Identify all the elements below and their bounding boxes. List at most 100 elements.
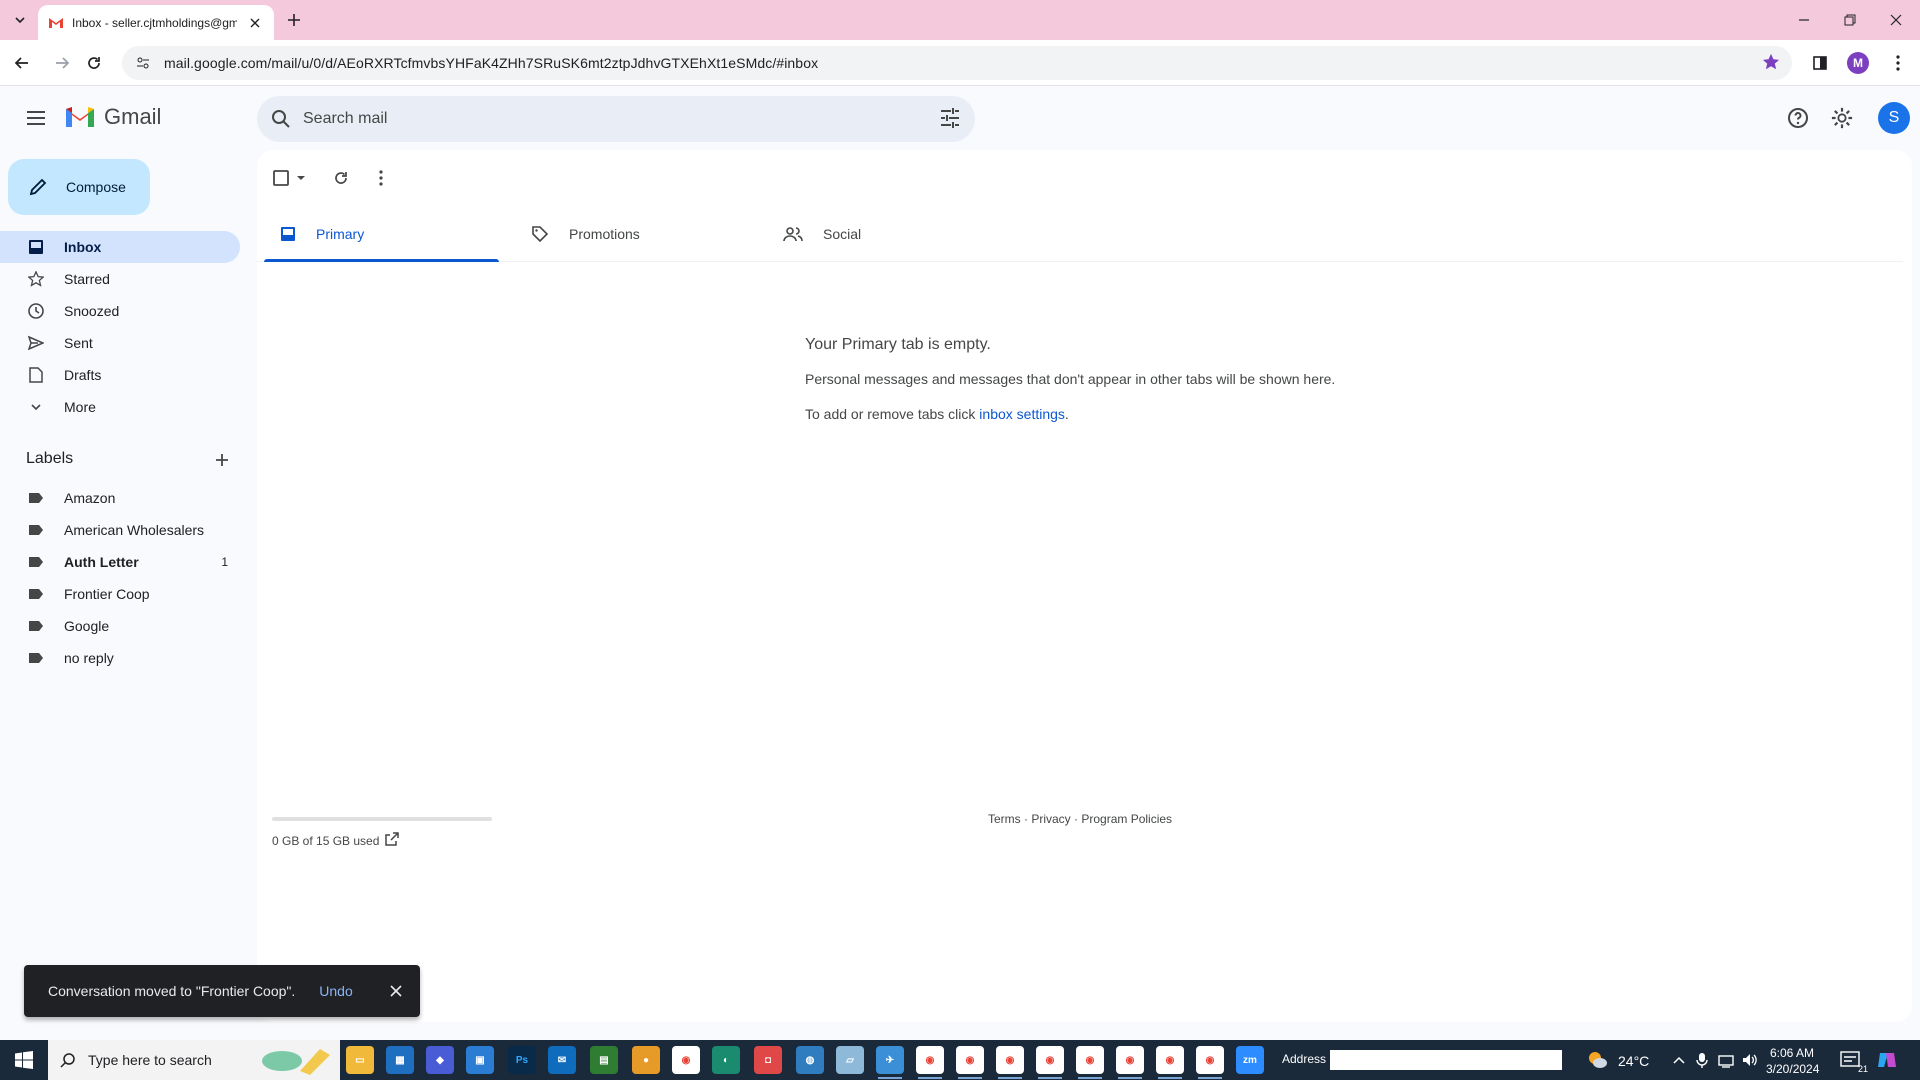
address-bar[interactable]: mail.google.com/mail/u/0/d/AEoRXRTcfmvbs… xyxy=(122,46,1792,80)
network-icon[interactable] xyxy=(1718,1052,1734,1068)
select-all-checkbox[interactable] xyxy=(269,164,313,192)
search-input[interactable] xyxy=(303,110,903,128)
bookmark-star-icon[interactable] xyxy=(1762,53,1780,71)
app-icon[interactable]: ● xyxy=(632,1046,660,1074)
tab-promotions[interactable]: Promotions xyxy=(515,206,750,262)
snackbar-message: Conversation moved to "Frontier Coop". xyxy=(48,983,296,999)
plus-icon xyxy=(288,14,300,26)
clock-time[interactable]: 6:06 AM xyxy=(1770,1046,1814,1060)
calculator-icon[interactable]: ▤ xyxy=(590,1046,618,1074)
microphone-icon[interactable] xyxy=(1696,1052,1708,1068)
app-icon[interactable]: ◍ xyxy=(796,1046,824,1074)
help-icon[interactable] xyxy=(1784,104,1812,132)
photoshop-icon[interactable]: Ps xyxy=(508,1046,536,1074)
open-in-new-icon[interactable] xyxy=(384,831,400,847)
close-tab-icon[interactable] xyxy=(246,14,264,32)
label-tag-icon xyxy=(26,616,46,636)
edge-icon[interactable]: ◐ xyxy=(712,1046,740,1074)
minimize-button[interactable] xyxy=(1782,6,1826,34)
sidebar-item-starred[interactable]: Starred xyxy=(0,263,240,295)
show-hidden-icons-icon[interactable] xyxy=(1672,1053,1686,1067)
file-explorer-icon[interactable]: ▭ xyxy=(346,1046,374,1074)
refresh-icon[interactable] xyxy=(327,164,355,192)
gmail-logo-icon xyxy=(66,107,94,127)
people-icon xyxy=(783,226,803,242)
sidebar-item-label: Inbox xyxy=(64,239,102,255)
compose-button[interactable]: Compose xyxy=(8,159,150,215)
more-options-icon[interactable] xyxy=(367,164,395,192)
notifications-icon[interactable] xyxy=(1840,1050,1860,1070)
sidebar-item-snoozed[interactable]: Snoozed xyxy=(0,295,240,327)
restore-button[interactable] xyxy=(1828,6,1872,34)
privacy-link[interactable]: Privacy xyxy=(1031,812,1070,826)
search-options-icon[interactable] xyxy=(939,107,961,129)
app-icon[interactable]: ✈ xyxy=(876,1046,904,1079)
terms-link[interactable]: Terms xyxy=(988,812,1021,826)
account-avatar[interactable]: S xyxy=(1878,102,1910,134)
compose-label: Compose xyxy=(66,179,126,195)
label-item-american-wholesalers[interactable]: American Wholesalers xyxy=(0,514,240,546)
gmail-logo[interactable]: Gmail xyxy=(64,104,161,130)
chrome-icon[interactable]: ◉ xyxy=(672,1046,700,1074)
app-icon[interactable]: ◆ xyxy=(426,1046,454,1074)
back-button[interactable] xyxy=(8,49,36,77)
chrome-icon[interactable]: ◉ xyxy=(1076,1046,1104,1079)
sidebar-item-drafts[interactable]: Drafts xyxy=(0,359,240,391)
taskbar-search-placeholder: Type here to search xyxy=(88,1052,212,1068)
chrome-icon[interactable]: ◉ xyxy=(1036,1046,1064,1079)
label-item-auth-letter[interactable]: Auth Letter 1 xyxy=(0,546,240,578)
app-icon[interactable]: ▣ xyxy=(466,1046,494,1074)
new-tab-button[interactable] xyxy=(282,8,306,32)
sidebar-item-sent[interactable]: Sent xyxy=(0,327,240,359)
app-icon[interactable]: ◘ xyxy=(754,1046,782,1074)
volume-icon[interactable] xyxy=(1742,1052,1758,1068)
label-tag-icon xyxy=(26,648,46,668)
chrome-icon[interactable]: ◉ xyxy=(956,1046,984,1079)
arrow-right-icon xyxy=(56,57,70,69)
browser-tab-gmail[interactable]: Inbox - seller.cjtmholdings@gmail.com - … xyxy=(38,5,274,40)
profile-avatar[interactable]: M xyxy=(1846,51,1870,75)
label-tag-icon xyxy=(26,520,46,540)
weather-icon[interactable] xyxy=(1586,1050,1608,1070)
chrome-icon[interactable]: ◉ xyxy=(1156,1046,1184,1079)
taskbar-search[interactable]: Type here to search xyxy=(48,1040,340,1080)
reload-button[interactable] xyxy=(80,49,108,77)
label-item-amazon[interactable]: Amazon xyxy=(0,482,240,514)
inbox-settings-link[interactable]: inbox settings xyxy=(979,406,1065,422)
label-item-frontier-coop[interactable]: Frontier Coop xyxy=(0,578,240,610)
side-panel-icon[interactable] xyxy=(1808,51,1832,75)
address-toolbar-input[interactable] xyxy=(1330,1050,1562,1070)
sidebar-item-inbox[interactable]: Inbox xyxy=(0,231,240,263)
main-menu-icon[interactable] xyxy=(20,102,52,134)
clock-date[interactable]: 3/20/2024 xyxy=(1766,1062,1819,1076)
app-icon[interactable]: ▱ xyxy=(836,1046,864,1074)
tab-label: Promotions xyxy=(569,226,640,242)
search-icon[interactable] xyxy=(271,109,291,129)
undo-button[interactable]: Undo xyxy=(319,983,352,999)
create-label-button[interactable] xyxy=(210,448,234,472)
chrome-icon[interactable]: ◉ xyxy=(1196,1046,1224,1079)
sidebar-item-more[interactable]: More xyxy=(0,391,240,423)
program-policies-link[interactable]: Program Policies xyxy=(1081,812,1172,826)
chrome-icon[interactable]: ◉ xyxy=(1116,1046,1144,1079)
label-item-google[interactable]: Google xyxy=(0,610,240,642)
site-settings-icon[interactable] xyxy=(136,56,150,70)
forward-button[interactable] xyxy=(48,49,76,77)
copilot-icon[interactable] xyxy=(1876,1049,1898,1071)
close-window-button[interactable] xyxy=(1874,6,1918,34)
zoom-icon[interactable]: zm xyxy=(1236,1046,1264,1074)
tab-social[interactable]: Social xyxy=(767,206,1002,262)
start-button[interactable] xyxy=(0,1040,48,1080)
chrome-icon[interactable]: ◉ xyxy=(916,1046,944,1079)
browser-menu-icon[interactable] xyxy=(1886,51,1910,75)
close-icon[interactable] xyxy=(386,981,406,1001)
search-bar[interactable] xyxy=(257,96,975,142)
tab-search-button[interactable] xyxy=(8,8,32,32)
microsoft-store-icon[interactable]: ▦ xyxy=(386,1046,414,1074)
settings-gear-icon[interactable] xyxy=(1828,104,1856,132)
mail-icon[interactable]: ✉ xyxy=(548,1046,576,1074)
tab-primary[interactable]: Primary xyxy=(264,206,499,262)
empty-state-description: Personal messages and messages that don'… xyxy=(805,371,1336,387)
chrome-icon[interactable]: ◉ xyxy=(996,1046,1024,1079)
label-item-no-reply[interactable]: no reply xyxy=(0,642,240,674)
